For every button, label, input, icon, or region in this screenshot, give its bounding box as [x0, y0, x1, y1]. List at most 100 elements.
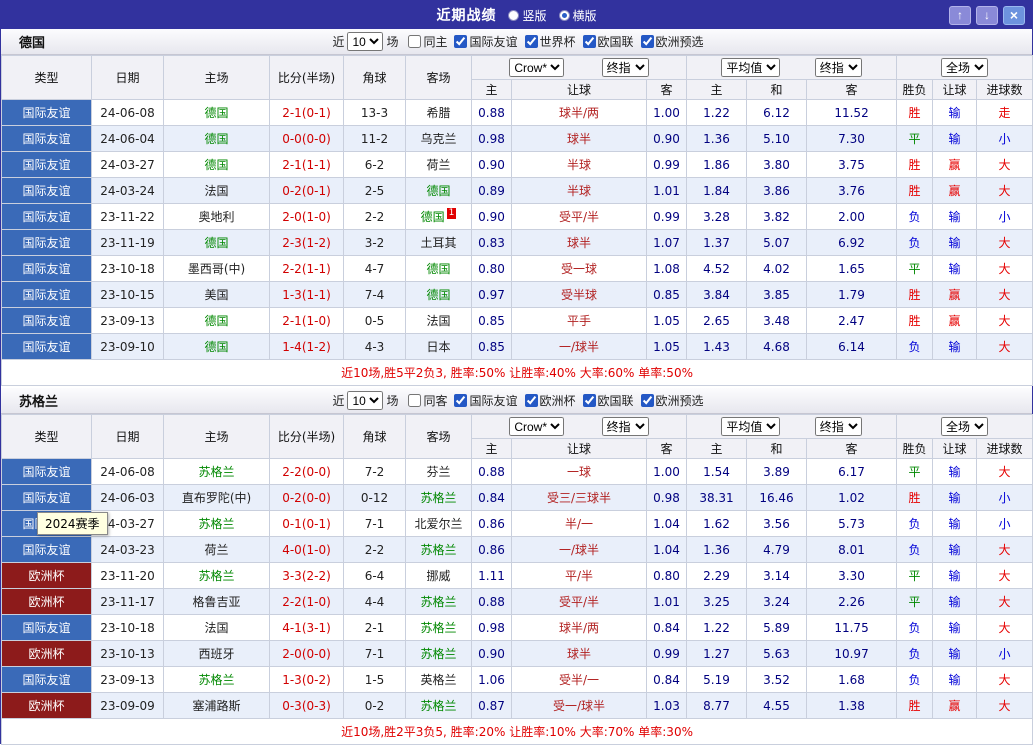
- home-team[interactable]: 德国: [164, 100, 270, 126]
- same-venue-checkbox[interactable]: [408, 394, 421, 407]
- odds-final-select[interactable]: 终指: [602, 58, 649, 77]
- odds-company-select[interactable]: Crow*: [509, 58, 564, 77]
- away-team[interactable]: 英格兰: [406, 667, 472, 693]
- move-up-icon[interactable]: ↑: [949, 6, 971, 25]
- filter-euroqualifier-checkbox[interactable]: [641, 35, 654, 48]
- away-team[interactable]: 苏格兰: [406, 641, 472, 667]
- home-team[interactable]: 德国: [164, 334, 270, 360]
- away-team[interactable]: 苏格兰: [406, 589, 472, 615]
- score[interactable]: 2-3(1-2): [270, 230, 344, 256]
- score[interactable]: 2-2(0-0): [270, 459, 344, 485]
- away-team[interactable]: 苏格兰: [406, 537, 472, 563]
- score[interactable]: 0-2(0-1): [270, 178, 344, 204]
- filter-eurocup[interactable]: 欧洲杯: [525, 392, 576, 409]
- average-select[interactable]: 平均值: [721, 58, 780, 77]
- score[interactable]: 0-1(0-1): [270, 511, 344, 537]
- score[interactable]: 4-1(3-1): [270, 615, 344, 641]
- average-select[interactable]: 平均值: [721, 417, 780, 436]
- avg-away-odds: 2.00: [807, 204, 897, 230]
- score[interactable]: 0-2(0-0): [270, 485, 344, 511]
- score[interactable]: 1-3(1-1): [270, 282, 344, 308]
- score[interactable]: 0-3(0-3): [270, 693, 344, 719]
- home-team[interactable]: 美国: [164, 282, 270, 308]
- filter-friendly-checkbox[interactable]: [454, 35, 467, 48]
- home-team[interactable]: 法国: [164, 178, 270, 204]
- home-team[interactable]: 墨西哥(中): [164, 256, 270, 282]
- score[interactable]: 4-0(1-0): [270, 537, 344, 563]
- layout-radio-vertical[interactable]: 竖版: [508, 7, 546, 24]
- odds-company-select[interactable]: Crow*: [509, 417, 564, 436]
- match-count-select[interactable]: 10: [347, 32, 383, 51]
- filter-friendly-checkbox[interactable]: [454, 394, 467, 407]
- filter-worldcup-checkbox[interactable]: [525, 35, 538, 48]
- score[interactable]: 1-4(1-2): [270, 334, 344, 360]
- away-team[interactable]: 苏格兰: [406, 693, 472, 719]
- away-team[interactable]: 土耳其: [406, 230, 472, 256]
- score[interactable]: 3-3(2-2): [270, 563, 344, 589]
- home-team[interactable]: 德国: [164, 126, 270, 152]
- home-team[interactable]: 荷兰: [164, 537, 270, 563]
- away-team[interactable]: 荷兰: [406, 152, 472, 178]
- away-team[interactable]: 德国: [406, 178, 472, 204]
- home-team[interactable]: 德国: [164, 308, 270, 334]
- filter-friendly[interactable]: 国际友谊: [454, 392, 517, 409]
- filter-nationsleague[interactable]: 欧国联: [583, 33, 634, 50]
- filter-nationsleague[interactable]: 欧国联: [583, 392, 634, 409]
- average-final-select[interactable]: 终指: [815, 58, 862, 77]
- score[interactable]: 0-0(0-0): [270, 126, 344, 152]
- away-team[interactable]: 苏格兰: [406, 615, 472, 641]
- home-team[interactable]: 德国: [164, 230, 270, 256]
- away-team[interactable]: 德国: [406, 282, 472, 308]
- away-team[interactable]: 挪威: [406, 563, 472, 589]
- home-team[interactable]: 苏格兰: [164, 563, 270, 589]
- same-venue-filter[interactable]: 同主: [408, 33, 447, 50]
- average-final-select[interactable]: 终指: [815, 417, 862, 436]
- home-team[interactable]: 苏格兰: [164, 511, 270, 537]
- away-team[interactable]: 乌克兰: [406, 126, 472, 152]
- filter-euroqualifier[interactable]: 欧洲预选: [641, 33, 704, 50]
- home-team[interactable]: 德国: [164, 152, 270, 178]
- home-team[interactable]: 直布罗陀(中): [164, 485, 270, 511]
- odds-final-select[interactable]: 终指: [602, 417, 649, 436]
- score[interactable]: 2-2(1-0): [270, 589, 344, 615]
- filter-worldcup[interactable]: 世界杯: [525, 33, 576, 50]
- score[interactable]: 2-1(0-1): [270, 100, 344, 126]
- filter-eurocup-checkbox[interactable]: [525, 394, 538, 407]
- same-venue-checkbox[interactable]: [408, 35, 421, 48]
- close-icon[interactable]: ×: [1003, 6, 1025, 25]
- home-team[interactable]: 苏格兰: [164, 667, 270, 693]
- layout-radio-horizontal[interactable]: 横版: [559, 7, 597, 24]
- radio-icon-horizontal[interactable]: [559, 10, 570, 21]
- away-team[interactable]: 北爱尔兰: [406, 511, 472, 537]
- score[interactable]: 2-0(0-0): [270, 641, 344, 667]
- score[interactable]: 2-0(1-0): [270, 204, 344, 230]
- filter-nationsleague-checkbox[interactable]: [583, 394, 596, 407]
- filter-nationsleague-checkbox[interactable]: [583, 35, 596, 48]
- away-team[interactable]: 苏格兰: [406, 485, 472, 511]
- home-team[interactable]: 塞浦路斯: [164, 693, 270, 719]
- radio-icon-vertical[interactable]: [508, 10, 519, 21]
- away-team[interactable]: 德国: [406, 256, 472, 282]
- home-team[interactable]: 奥地利: [164, 204, 270, 230]
- scope-select[interactable]: 全场: [941, 58, 988, 77]
- score[interactable]: 2-1(1-0): [270, 308, 344, 334]
- filter-euroqualifier-checkbox[interactable]: [641, 394, 654, 407]
- away-team[interactable]: 法国: [406, 308, 472, 334]
- away-team[interactable]: 日本: [406, 334, 472, 360]
- match-count-select[interactable]: 10: [347, 391, 383, 410]
- away-team[interactable]: 芬兰: [406, 459, 472, 485]
- away-team[interactable]: 德国1: [406, 204, 472, 230]
- score[interactable]: 2-1(1-1): [270, 152, 344, 178]
- same-venue-filter[interactable]: 同客: [408, 392, 447, 409]
- home-team[interactable]: 西班牙: [164, 641, 270, 667]
- home-team[interactable]: 苏格兰: [164, 459, 270, 485]
- filter-euroqualifier[interactable]: 欧洲预选: [641, 392, 704, 409]
- scope-select[interactable]: 全场: [941, 417, 988, 436]
- move-down-icon[interactable]: ↓: [976, 6, 998, 25]
- score[interactable]: 1-3(0-2): [270, 667, 344, 693]
- filter-friendly[interactable]: 国际友谊: [454, 33, 517, 50]
- home-team[interactable]: 格鲁吉亚: [164, 589, 270, 615]
- away-team[interactable]: 希腊: [406, 100, 472, 126]
- home-team[interactable]: 法国: [164, 615, 270, 641]
- score[interactable]: 2-2(1-1): [270, 256, 344, 282]
